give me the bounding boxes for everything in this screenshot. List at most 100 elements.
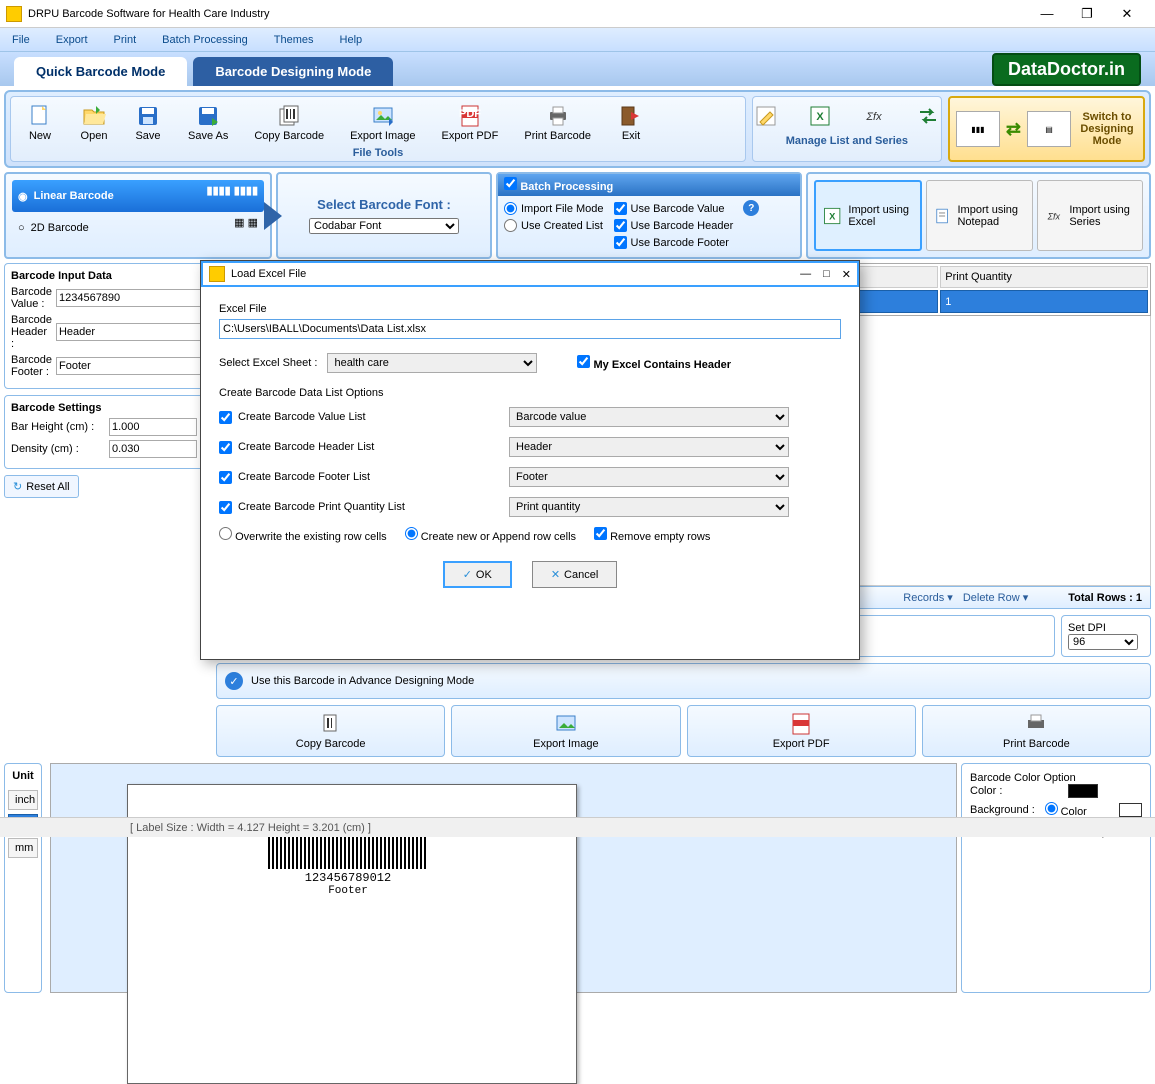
import-series-button[interactable]: ΣfxImport using Series (1037, 180, 1143, 251)
arrow-icon (264, 202, 282, 230)
create-qty-check[interactable] (219, 501, 232, 514)
bg-swatch[interactable] (1119, 803, 1142, 817)
2d-barcode-radio[interactable]: ○2D Barcode▦ ▦ (12, 212, 264, 244)
menu-help[interactable]: Help (336, 32, 367, 48)
copy-barcode-action[interactable]: Copy Barcode (216, 705, 445, 757)
create-header-check[interactable] (219, 441, 232, 454)
remove-empty-check[interactable]: Remove empty rows (594, 527, 710, 543)
left-panel: Barcode Input Data Barcode Value : Barco… (4, 263, 204, 757)
manage-excel-icon[interactable]: X (797, 101, 843, 133)
records-dropdown[interactable]: Records ▾ (903, 591, 953, 604)
switch-barcode-icon: ▮▮▮ (956, 111, 1000, 147)
reset-all-button[interactable]: ↻ Reset All (4, 475, 79, 498)
import-notepad-button[interactable]: Import using Notepad (926, 180, 1032, 251)
col-qty[interactable]: Print Quantity (940, 266, 1148, 288)
use-barcode-value-check[interactable]: Use Barcode Value (614, 200, 734, 217)
delete-row-dropdown[interactable]: Delete Row ▾ (963, 591, 1028, 604)
open-button[interactable]: Open (71, 101, 117, 145)
append-radio[interactable]: Create new or Append row cells (405, 527, 576, 543)
excel-file-label: Excel File (219, 303, 841, 315)
import-file-mode-radio[interactable]: Import File Mode (504, 200, 604, 217)
export-pdf-button[interactable]: PDFExport PDF (433, 101, 508, 145)
design-canvas[interactable]: 123456789012 Footer (50, 763, 957, 993)
menu-file[interactable]: File (8, 32, 34, 48)
svg-text:X: X (829, 211, 836, 221)
export-image-button[interactable]: Export Image (341, 101, 424, 145)
maximize-button[interactable]: ❐ (1075, 4, 1099, 24)
unit-mm[interactable]: mm (8, 838, 38, 858)
barcode-type-selector: ◉Linear Barcode▮▮▮▮ ▮▮▮▮ ○2D Barcode▦ ▦ (4, 172, 272, 259)
saveas-button[interactable]: Save As (179, 101, 237, 145)
import-excel-button[interactable]: XImport using Excel (814, 180, 922, 251)
exit-button[interactable]: Exit (608, 101, 654, 145)
barcode-footer-input[interactable] (56, 357, 204, 375)
use-created-list-radio[interactable]: Use Created List (504, 217, 604, 234)
save-button[interactable]: Save (125, 101, 171, 145)
ok-button[interactable]: ✓ OK (443, 561, 512, 588)
create-value-check[interactable] (219, 411, 232, 424)
linear-barcode-radio[interactable]: ◉Linear Barcode▮▮▮▮ ▮▮▮▮ (12, 180, 264, 212)
select-sheet-label: Select Excel Sheet : (219, 357, 317, 369)
import-buttons: XImport using Excel Import using Notepad… (806, 172, 1151, 259)
excel-sheet-select[interactable]: health care (327, 353, 537, 373)
tab-designing[interactable]: Barcode Designing Mode (193, 57, 393, 86)
has-header-check[interactable]: My Excel Contains Header (577, 355, 731, 371)
manage-swap-icon[interactable] (905, 101, 951, 133)
svg-text:PDF: PDF (459, 108, 481, 120)
menu-export[interactable]: Export (52, 32, 92, 48)
main-toolbar: New Open Save Save As Copy Barcode Expor… (4, 90, 1151, 168)
minimize-button[interactable]: — (1035, 4, 1059, 24)
bg-color-radio[interactable]: Color (1045, 802, 1116, 818)
color-swatch[interactable] (1068, 784, 1098, 798)
advance-designing-button[interactable]: ✓ Use this Barcode in Advance Designing … (216, 663, 1151, 699)
dialog-maximize[interactable]: □ (823, 268, 830, 281)
barcode-value-input[interactable] (56, 289, 204, 307)
use-barcode-header-check[interactable]: Use Barcode Header (614, 217, 734, 234)
cancel-button[interactable]: ✕ Cancel (532, 561, 617, 588)
dpi-select[interactable]: 96 (1068, 634, 1138, 650)
barcode-input-group: Barcode Input Data Barcode Value : Barco… (4, 263, 204, 389)
help-icon[interactable]: ? (743, 200, 759, 216)
print-barcode-action[interactable]: Print Barcode (922, 705, 1151, 757)
manage-fx-icon[interactable]: Σfx (851, 101, 897, 133)
dialog-title: Load Excel File (231, 268, 306, 280)
use-barcode-footer-check[interactable]: Use Barcode Footer (614, 234, 734, 251)
label-size-status: [ Label Size : Width = 4.127 Height = 3.… (130, 822, 371, 834)
menubar: File Export Print Batch Processing Theme… (0, 28, 1155, 52)
barcode-header-input[interactable] (56, 323, 204, 341)
new-button[interactable]: New (17, 101, 63, 145)
export-image-action[interactable]: Export Image (451, 705, 680, 757)
svg-text:X: X (816, 111, 824, 123)
barcode-settings-group: Barcode Settings Bar Height (cm) : Densi… (4, 395, 204, 469)
menu-batch[interactable]: Batch Processing (158, 32, 252, 48)
menu-themes[interactable]: Themes (270, 32, 318, 48)
footer-col-select[interactable]: Footer (509, 467, 789, 487)
switch-design-icon: ▤ (1027, 111, 1071, 147)
manage-label: Manage List and Series (759, 133, 935, 147)
batch-processing-panel: Batch Processing Import File Mode Use Cr… (496, 172, 802, 259)
barcode-font-select[interactable]: Codabar Font (309, 218, 459, 234)
tab-quick-barcode[interactable]: Quick Barcode Mode (14, 57, 187, 86)
linear-barcode-icon: ▮▮▮▮ ▮▮▮▮ (207, 184, 258, 208)
header-col-select[interactable]: Header (509, 437, 789, 457)
bar-height-input[interactable] (109, 418, 197, 436)
barcode-preview: 123456789012 Footer (268, 827, 428, 897)
value-col-select[interactable]: Barcode value (509, 407, 789, 427)
manage-edit-icon[interactable] (743, 101, 789, 133)
color-options: Barcode Color Option Color : Background … (961, 763, 1151, 993)
density-input[interactable] (109, 440, 197, 458)
dialog-minimize[interactable]: — (800, 268, 811, 281)
batch-enable-checkbox[interactable] (504, 177, 517, 190)
excel-path-input[interactable] (219, 319, 841, 339)
close-button[interactable]: ✕ (1115, 4, 1139, 24)
menu-print[interactable]: Print (110, 32, 141, 48)
qty-col-select[interactable]: Print quantity (509, 497, 789, 517)
create-footer-check[interactable] (219, 471, 232, 484)
overwrite-radio[interactable]: Overwrite the existing row cells (219, 527, 387, 543)
print-barcode-button[interactable]: Print Barcode (515, 101, 600, 145)
dialog-close[interactable]: ✕ (842, 268, 851, 281)
switch-mode-button[interactable]: ▮▮▮ ⇄ ▤ Switch to Designing Mode (948, 96, 1145, 162)
export-pdf-action[interactable]: Export PDF (687, 705, 916, 757)
copy-barcode-button[interactable]: Copy Barcode (245, 101, 333, 145)
unit-inch[interactable]: inch (8, 790, 38, 810)
